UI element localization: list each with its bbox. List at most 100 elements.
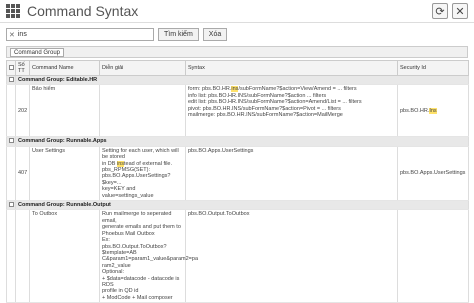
syntax-text: pbs.BO.Output.ToOutbox (188, 211, 250, 218)
syntax-text: /subFormName?$action=View/Amend = ... fi… (238, 86, 357, 93)
group-row[interactable]: Command Group: Runnable.Output (6, 200, 469, 211)
group-label: Command Group: Runnable.Output (15, 200, 469, 211)
table-header: Số TT Command Name Diễn giải Syntax Secu… (6, 60, 469, 76)
desc-text: generate emails and put them to (102, 224, 181, 231)
col-header-syntax[interactable]: Syntax (185, 60, 398, 76)
search-row: ✕ ins Tìm kiếm Xóa (6, 28, 228, 41)
desc-text: ram2_value (102, 262, 131, 269)
command-name: User Settings (29, 146, 100, 202)
col-header-security[interactable]: Security Id (397, 60, 469, 76)
group-panel: Command Group (6, 46, 468, 58)
desc-line: pbs.BO.Output.ToOutbox?$template=AB (102, 244, 183, 257)
close-icon: ✕ (455, 5, 465, 18)
search-input[interactable]: ✕ ins (6, 28, 154, 41)
row-select-cell[interactable] (6, 209, 16, 303)
syntax-line: pbs.BO.Apps.UserSettings (188, 148, 395, 154)
desc-line: Setting for each user, which will be sto… (102, 148, 183, 161)
desc-line: pbs.BO.Apps.UserSettings?$key=... (102, 173, 183, 186)
desc-line: + $data=datacode - datacode is RDS (102, 276, 183, 289)
group-chip-command-group[interactable]: Command Group (10, 48, 65, 57)
desc-text: in DB (102, 160, 117, 167)
title-separator (0, 22, 474, 23)
group-checkbox[interactable] (9, 77, 14, 83)
syntax-text: pbs.BO.Apps.UserSettings (188, 147, 254, 154)
command-table: Số TT Command Name Diễn giải Syntax Secu… (6, 60, 469, 303)
command-desc: Setting for each user, which will be sto… (99, 146, 186, 202)
command-syntax: pbs.BO.Apps.UserSettings (185, 146, 398, 202)
syntax-text: form: pbs.BO.HR. (188, 86, 232, 93)
group-row[interactable]: Command Group: Editable.HR (6, 75, 469, 86)
col-header-name[interactable]: Command Name (29, 60, 100, 76)
row-select-cell[interactable] (6, 84, 16, 138)
col-header-no[interactable]: Số TT (15, 60, 30, 76)
desc-text: Phoebus Mail Outbox (102, 230, 155, 237)
command-syntax: pbs.BO.Output.ToOutbox (185, 209, 398, 303)
security-id (397, 209, 469, 303)
desc-text: pbs.BO.Apps.UserSettings?$key=... (102, 173, 171, 186)
desc-text: Optional: (102, 269, 125, 276)
desc-text: Ex: (102, 237, 110, 244)
group-label: Command Group: Runnable.Apps (15, 136, 469, 147)
clear-button[interactable]: Xóa (202, 28, 228, 41)
desc-text: key=KEY and value=settings_value (102, 186, 154, 199)
row-select-cell[interactable] (6, 146, 16, 202)
syntax-text: pivot: pbs.BO.HR.INS/subFormName?$action… (188, 105, 341, 112)
desc-text: pbs.BO.Output.ToOutbox?$template=AB (102, 243, 167, 256)
syntax-text: mailmerge: pbs.BO.HR.INS/subFormName?$ac… (188, 112, 343, 119)
desc-text: + ModCode + Mail composer (102, 294, 173, 301)
syntax-line: mailmerge: pbs.BO.HR.INS/subFormName?$ac… (188, 112, 395, 118)
desc-text: profile in QD id (102, 288, 139, 295)
security-id: pbs.BO.HR.Ins (397, 84, 469, 138)
security-text: pbs.BO.Apps.UserSettings (400, 170, 466, 177)
close-button[interactable]: ✕ (452, 3, 468, 19)
title-bar: Command Syntax ⟳ ✕ (0, 0, 474, 22)
col-header-desc[interactable]: Diễn giải (99, 60, 186, 76)
security-line: pbs.BO.HR.Ins (400, 107, 466, 114)
desc-line: Run mailmerge to seperated email, (102, 211, 183, 224)
security-line: pbs.BO.Apps.UserSettings (400, 170, 466, 176)
group-toggle-cell[interactable] (6, 75, 16, 86)
group-toggle-cell[interactable] (6, 200, 16, 211)
clear-search-icon[interactable]: ✕ (9, 31, 15, 39)
command-syntax: form: pbs.BO.HR.ins/subFormName?$action=… (185, 84, 398, 138)
group-toggle-cell[interactable] (6, 136, 16, 147)
security-text: pbs.BO.HR. (400, 107, 430, 114)
refresh-button[interactable]: ⟳ (432, 3, 448, 19)
search-value: ins (17, 31, 27, 38)
search-button[interactable]: Tìm kiếm (158, 28, 199, 41)
desc-text: Run mailmerge to seperated email, (102, 211, 172, 224)
group-checkbox[interactable] (9, 202, 14, 208)
desc-text: C&param1=param1_value&param2=pa (102, 256, 199, 263)
group-label: Command Group: Editable.HR (15, 75, 469, 86)
command-name: Bảo hiểm (29, 84, 100, 138)
refresh-icon: ⟳ (435, 5, 445, 18)
table-row[interactable]: 407 User Settings Setting for each user, w… (6, 146, 469, 202)
select-all-checkbox[interactable] (9, 65, 14, 71)
window-title: Command Syntax (27, 3, 139, 19)
table-row[interactable]: To Outbox Run mailmerge to seperated emai… (6, 209, 469, 303)
command-desc: Run mailmerge to seperated email, generat… (99, 209, 198, 303)
row-number: 407 (15, 146, 30, 202)
syntax-line: pbs.BO.Output.ToOutbox (188, 211, 395, 217)
desc-text: pbs_RPMSG(SET): (102, 167, 150, 174)
row-number (15, 209, 30, 303)
select-all-header[interactable] (6, 60, 16, 76)
desc-text: ins (116, 160, 125, 167)
syntax-text: edit list: pbs.BO.HR.INS/subFormName?$ac… (188, 99, 362, 106)
app-grid-icon[interactable] (6, 4, 20, 18)
desc-text: + $data=datacode - datacode is RDS (102, 275, 180, 288)
security-id: pbs.BO.Apps.UserSettings (397, 146, 469, 202)
desc-text: tead of external file. (124, 160, 173, 167)
desc-line: + ModCode + Mail composer (102, 295, 183, 301)
desc-line: key=KEY and value=settings_value (102, 186, 183, 199)
row-number: 202 (15, 84, 30, 138)
syntax-text: info list: pbs.BO.HR.INS/subFormName?$ac… (188, 92, 327, 99)
desc-text: Setting for each user, which will be sto… (102, 147, 179, 161)
table-body: Command Group: Editable.HR 202 Bảo hiểm for… (6, 75, 469, 303)
security-text: Ins (429, 107, 437, 114)
group-checkbox[interactable] (9, 138, 14, 144)
group-row[interactable]: Command Group: Runnable.Apps (6, 136, 469, 147)
command-desc (99, 84, 186, 138)
command-name: To Outbox (29, 209, 100, 303)
table-row[interactable]: 202 Bảo hiểm form: pbs.BO.HR.ins/subFormNa… (6, 84, 469, 138)
